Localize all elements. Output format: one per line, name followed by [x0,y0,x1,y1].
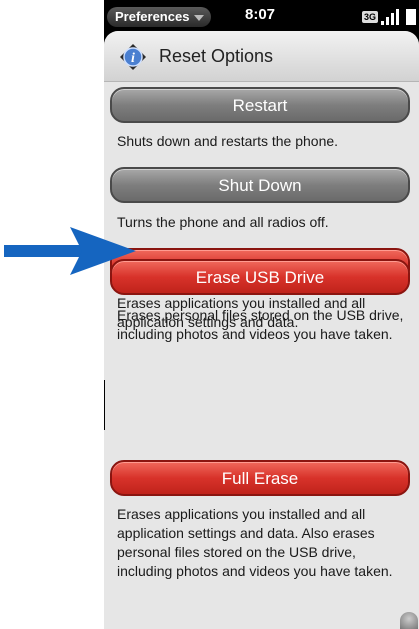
svg-text:i: i [131,51,135,66]
restart-description: Shuts down and restarts the phone. [117,133,339,149]
corner-handle-icon[interactable] [400,612,418,629]
network-badge: 3G [362,11,379,23]
erase-usb-drive-description: Erases personal files stored on the USB … [117,307,404,342]
reset-options-panel: i Reset Options Restart Shuts down and r… [104,31,419,629]
clock: 8:07 [245,6,276,23]
full-erase-button[interactable]: Full Erase [110,460,410,496]
full-erase-description: Erases applications you installed and al… [117,506,393,579]
arrow-shaft [4,245,92,257]
shut-down-button[interactable]: Shut Down [110,167,410,203]
divider-line [104,380,105,430]
info-icon: i [120,44,146,70]
blue-arrow-annotation [4,227,136,275]
page-title: Reset Options [159,46,274,66]
app-menu-label: Preferences [115,9,190,24]
phone-screen: Preferences 8:07 3G i Reset Options Rest… [104,0,419,629]
chevron-down-icon [194,15,205,21]
shut-down-description: Turns the phone and all radios off. [117,214,329,230]
erase-usb-drive-button[interactable]: Erase USB Drive [110,259,410,295]
battery-icon [406,9,416,25]
status-bar: Preferences 8:07 3G [104,0,419,31]
signal-strength-icon [381,9,401,25]
app-menu-button[interactable]: Preferences [107,7,212,27]
page-header: i Reset Options [104,31,419,82]
restart-button[interactable]: Restart [110,87,410,123]
